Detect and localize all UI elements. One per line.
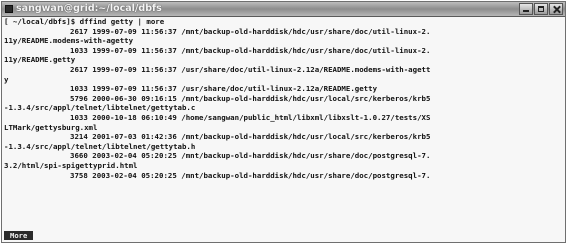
terminal-line: 2617 1999-07-09 11:56:37 /mnt/backup-old… <box>70 26 431 36</box>
terminal-line: 2617 1999-07-09 11:56:37 /usr/share/doc/… <box>70 64 431 74</box>
maximize-icon <box>538 6 544 12</box>
close-icon <box>550 4 562 14</box>
terminal-line: 3214 2001-07-03 01:42:36 /mnt/backup-old… <box>70 132 431 142</box>
more-pager-prompt: More <box>4 231 34 240</box>
title-bar[interactable]: sangwan@grid:~/local/dbfs <box>2 2 565 17</box>
minimize-icon <box>523 10 529 12</box>
minimize-button[interactable] <box>519 3 533 15</box>
terminal-line: 3.2/html/spi-spigettyprid.html <box>4 160 138 170</box>
terminal-line: -1.3.4/src/appl/telnet/libtelnet/gettyta… <box>4 103 196 113</box>
maximize-button[interactable] <box>534 3 548 15</box>
terminal-window-icon <box>5 5 13 13</box>
terminal-line: 1033 1999-07-09 11:56:37 /usr/share/doc/… <box>70 84 378 94</box>
window-controls <box>519 3 563 15</box>
close-button[interactable] <box>549 3 563 15</box>
terminal-line: 1033 1999-07-09 11:56:37 /mnt/backup-old… <box>70 45 431 55</box>
terminal-line: 11y/README.modems-with-agetty <box>4 36 134 46</box>
terminal-line: [ ~/local/dbfs]$ dffind getty | more <box>4 17 165 26</box>
terminal-output[interactable]: [ ~/local/dbfs]$ dffind getty | more 2617… <box>4 17 563 242</box>
terminal-line: -1.3.4/src/appl/telnet/libtelnet/gettyta… <box>4 141 196 151</box>
terminal-line: 1033 2000-10-18 06:10:49 /home/sangwan/p… <box>70 112 431 122</box>
terminal-line: 5796 2000-06-30 09:16:15 /mnt/backup-old… <box>70 93 431 103</box>
terminal-line: 11y/README.getty <box>4 55 76 65</box>
terminal-line: 3758 2003-02-04 05:20:25 /mnt/backup-old… <box>70 170 431 180</box>
terminal-line: y <box>4 74 9 84</box>
window-title: sangwan@grid:~/local/dbfs <box>16 3 162 14</box>
terminal-window: sangwan@grid:~/local/dbfs [ ~/local/dbfs… <box>1 1 566 243</box>
terminal-line: LTMark/gettysburg.xml <box>4 122 98 132</box>
terminal-line: 3660 2003-02-04 05:20:25 /mnt/backup-old… <box>70 151 431 161</box>
